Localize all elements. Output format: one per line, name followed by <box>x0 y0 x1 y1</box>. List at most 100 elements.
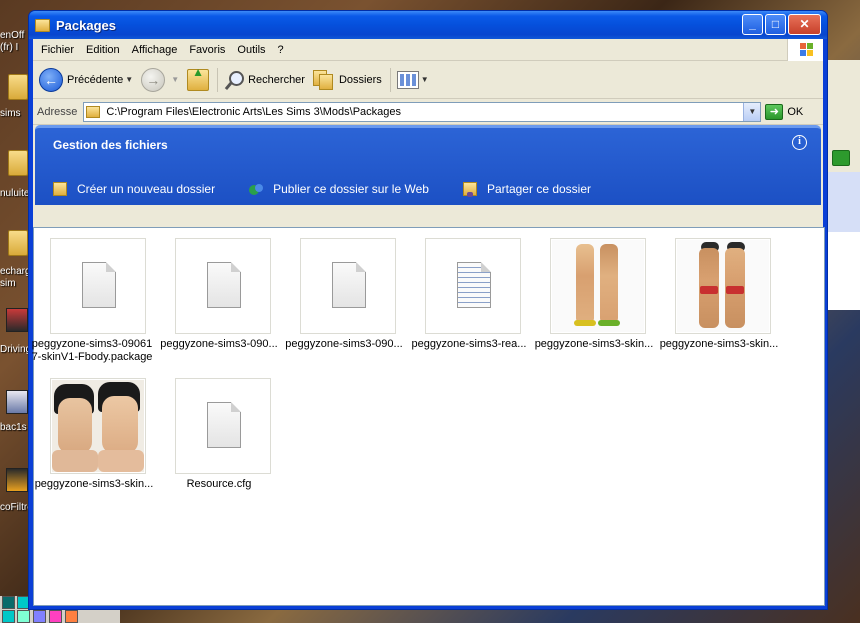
task-label: Partager ce dossier <box>486 182 592 196</box>
menu-bar: Fichier Edition Affichage Favoris Outils… <box>33 39 823 61</box>
chevron-down-icon: ▼ <box>420 75 429 84</box>
blank-document-icon <box>207 262 241 308</box>
views-icon <box>396 70 419 89</box>
desktop-icon-label: Driving <box>0 344 30 355</box>
go-arrow-icon: ➜ <box>765 103 784 120</box>
app-icon <box>6 308 28 332</box>
desktop-icon-label: bac1s <box>0 422 27 433</box>
menu-edition[interactable]: Edition <box>80 44 126 56</box>
search-icon <box>224 70 245 90</box>
task-share-folder[interactable]: Partager ce dossier <box>462 182 592 197</box>
menu-affichage[interactable]: Affichage <box>126 44 184 56</box>
toolbar-separator <box>389 67 391 92</box>
task-label: Créer un nouveau dossier <box>77 182 216 196</box>
file-label: peggyzone-sims3-090... <box>285 338 403 350</box>
desktop-icon-label: nuluite <box>0 188 30 199</box>
desktop-icon-label: sims <box>0 108 21 119</box>
title-bar[interactable]: Packages _ □ ✕ <box>29 11 827 39</box>
window-title: Packages <box>56 17 116 33</box>
forward-button[interactable]: → ▼ <box>141 67 179 92</box>
new-folder-icon <box>53 182 67 196</box>
desktop-icon-label: coFiltro <box>0 502 30 513</box>
folder-up-icon <box>187 65 210 91</box>
file-label: peggyzone-sims3-rea... <box>411 338 527 350</box>
palette-swatch[interactable] <box>2 610 15 623</box>
file-label: 7-skinV1-Fbody.package <box>31 351 153 363</box>
male-figures-thumbnail <box>677 240 769 332</box>
file-label: peggyzone-sims3-skin... <box>34 478 154 490</box>
folder-icon <box>8 150 28 176</box>
desktop-icon-label: enOff <box>0 30 25 41</box>
file-thumbnail <box>300 238 396 334</box>
desktop-icon-label: (fr) I <box>0 42 19 53</box>
male-faces-thumbnail <box>52 380 144 472</box>
file-thumbnail <box>50 378 146 474</box>
address-label: Adresse <box>37 105 78 118</box>
folders-button[interactable]: Dossiers <box>312 69 382 90</box>
go-arrow-icon <box>832 150 850 166</box>
go-label: OK <box>787 105 804 118</box>
file-thumbnail <box>675 238 771 334</box>
folder-icon <box>86 105 101 118</box>
file-list: peggyzone-sims3-09061 7-skinV1-Fbody.pac… <box>32 227 825 606</box>
info-icon[interactable]: i <box>792 135 807 150</box>
file-label: peggyzone-sims3-skin... <box>659 338 779 350</box>
blank-document-icon <box>332 262 366 308</box>
palette-swatch[interactable] <box>65 610 78 623</box>
chevron-down-icon[interactable]: ▼ <box>125 75 133 84</box>
desktop-icon-label: echarg <box>0 266 30 277</box>
task-pane-title: Gestion des fichiers <box>53 138 168 152</box>
file-thumbnail <box>50 238 146 334</box>
task-publish-web[interactable]: Publier ce dossier sur le Web <box>249 182 429 196</box>
palette-swatch[interactable] <box>33 610 46 623</box>
palette-swatch[interactable] <box>17 610 30 623</box>
back-arrow-icon: ← <box>39 67 63 92</box>
forward-arrow-icon: → <box>141 67 166 92</box>
file-label: Resource.cfg <box>186 478 252 490</box>
menu-favoris[interactable]: Favoris <box>183 44 231 56</box>
folders-label: Dossiers <box>338 73 382 86</box>
chevron-down-icon[interactable]: ▼ <box>171 75 179 84</box>
task-pane: Gestion des fichiers i Créer un nouveau … <box>35 125 821 205</box>
up-folder-button[interactable] <box>187 65 210 91</box>
address-dropdown-button[interactable]: ▼ <box>743 102 761 121</box>
window-controls: _ □ ✕ <box>742 14 821 35</box>
folder-icon <box>8 74 28 100</box>
background-window[interactable] <box>826 60 860 310</box>
explorer-window: Packages _ □ ✕ Fichier Edition Affichage… <box>28 10 828 610</box>
blank-document-icon <box>82 262 116 308</box>
file-label: peggyzone-sims3-skin... <box>534 338 654 350</box>
task-list: Créer un nouveau dossier Publier ce doss… <box>53 182 592 197</box>
menu-fichier[interactable]: Fichier <box>35 44 80 56</box>
go-button[interactable]: ➜ OK <box>765 103 804 120</box>
window-body: Fichier Edition Affichage Favoris Outils… <box>32 39 825 606</box>
app-icon <box>6 390 28 414</box>
back-label: Précédente <box>67 73 124 86</box>
text-document-icon <box>457 262 491 308</box>
back-button[interactable]: ← Précédente ▼ <box>39 67 133 92</box>
views-button[interactable]: ▼ <box>396 70 429 89</box>
palette-swatch[interactable] <box>49 610 62 623</box>
menu-help[interactable]: ? <box>272 44 290 56</box>
minimize-button[interactable]: _ <box>742 14 763 35</box>
search-button[interactable]: Rechercher <box>224 70 305 90</box>
file-thumbnail <box>175 378 271 474</box>
task-new-folder[interactable]: Créer un nouveau dossier <box>53 182 215 196</box>
search-label: Rechercher <box>248 73 305 86</box>
toolbar-separator <box>217 67 219 92</box>
palette-swatch[interactable] <box>2 596 15 609</box>
folders-icon <box>312 69 335 90</box>
address-bar: Adresse C:\Program Files\Electronic Arts… <box>33 99 823 125</box>
menu-outils[interactable]: Outils <box>231 44 271 56</box>
background-window-strip <box>827 172 860 232</box>
address-field[interactable]: C:\Program Files\Electronic Arts\Les Sim… <box>83 101 762 122</box>
folder-icon <box>8 230 28 256</box>
blank-document-icon <box>207 402 241 448</box>
close-button[interactable]: ✕ <box>788 14 821 35</box>
share-folder-icon <box>462 182 477 197</box>
file-thumbnail <box>550 238 646 334</box>
female-figures-thumbnail <box>552 240 644 332</box>
address-path: C:\Program Files\Electronic Arts\Les Sim… <box>106 105 402 118</box>
file-thumbnail <box>425 238 521 334</box>
maximize-button[interactable]: □ <box>765 14 786 35</box>
